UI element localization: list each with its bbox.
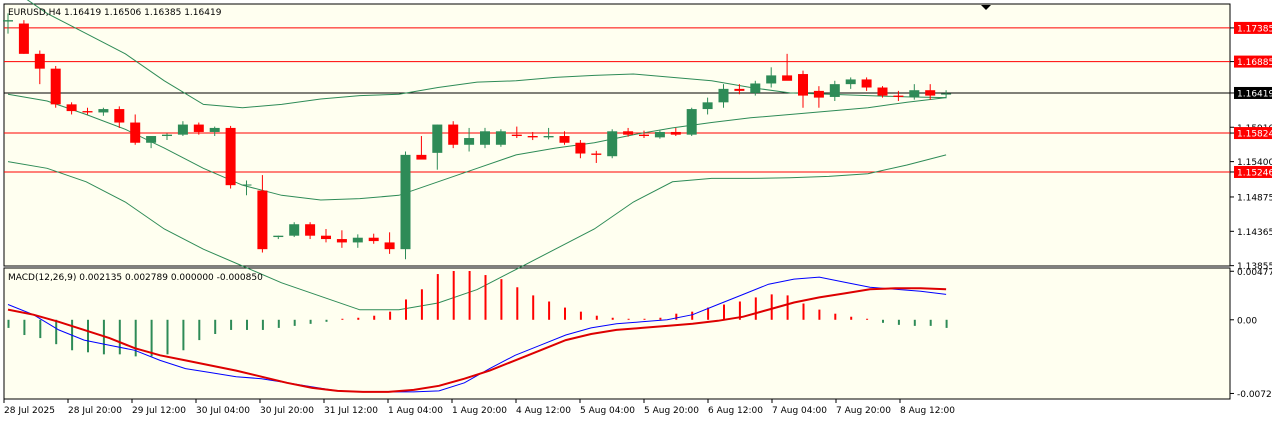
candle-body [82, 111, 93, 113]
candle-body [321, 235, 331, 240]
macd-axis-label: 0.004774 [1237, 268, 1272, 278]
candle-body [257, 190, 268, 250]
candle-body [3, 20, 13, 22]
candle-body [416, 154, 427, 160]
candle-body [829, 84, 840, 97]
candle [448, 121, 459, 149]
price-axis-label: 1.14875 [1237, 193, 1272, 203]
candle-body [66, 104, 77, 112]
symbol-header: EURUSD,H4 1.16419 1.16506 1.16385 1.1641… [8, 8, 222, 18]
candle-body [925, 90, 936, 96]
time-axis-label: 5 Aug 04:00 [580, 406, 635, 416]
candle-body [352, 237, 363, 243]
candle-body [861, 79, 872, 88]
macd-panel[interactable] [3, 267, 1231, 400]
candle-body [718, 88, 729, 103]
macd-axis-label: 0.00 [1237, 316, 1257, 326]
candle-body [448, 124, 459, 145]
price-axis-label: 1.16885 [1237, 58, 1272, 68]
candle-body [480, 131, 490, 145]
candle-body [18, 23, 29, 54]
candle-body [495, 131, 506, 145]
candle-body [559, 136, 570, 143]
time-axis-label: 28 Jul 20:00 [68, 406, 122, 416]
candle-body [384, 242, 395, 250]
chart-canvas[interactable]: 1.173851.168851.164191.159101.158241.154… [0, 0, 1272, 423]
candle [50, 65, 61, 108]
candle-body [798, 74, 808, 96]
candle-body [766, 75, 777, 84]
time-axis-label: 1 Aug 04:00 [388, 406, 443, 416]
candle-body [368, 237, 379, 242]
time-axis-label: 30 Jul 20:00 [260, 406, 314, 416]
candle [289, 222, 300, 238]
candle-body [639, 134, 649, 137]
candle-body [782, 75, 793, 81]
candle-body [877, 87, 888, 96]
time-axis-label: 6 Aug 12:00 [708, 406, 763, 416]
time-axis-label: 31 Jul 12:00 [324, 406, 378, 416]
candle-body [702, 102, 713, 110]
candle-body [193, 124, 204, 132]
candle-body [162, 134, 172, 137]
candle-body [400, 154, 411, 250]
candle-body [670, 131, 681, 135]
time-axis-label: 1 Aug 20:00 [452, 406, 507, 416]
candle-body [750, 83, 761, 93]
macd-axis-label: -0.00725 [1237, 390, 1272, 400]
candle-body [273, 235, 284, 238]
candle-body [289, 224, 300, 236]
price-axis-label: 1.17385 [1237, 24, 1272, 34]
candle-body [98, 109, 109, 113]
candle-body [146, 136, 157, 143]
candle-body [34, 53, 45, 69]
candle-body [336, 239, 347, 243]
candle-body [893, 95, 904, 97]
candle-body [527, 136, 538, 138]
candle-body [432, 124, 443, 153]
candle-body [623, 131, 634, 135]
price-axis-label: 1.15246 [1237, 168, 1272, 178]
price-axis-label: 1.15824 [1237, 130, 1272, 140]
time-axis-label: 7 Aug 20:00 [836, 406, 891, 416]
time-axis-label: 28 Jul 2025 [4, 406, 55, 416]
time-axis-label: 7 Aug 04:00 [772, 406, 827, 416]
candle-body [464, 138, 475, 145]
time-axis-label: 29 Jul 12:00 [132, 406, 186, 416]
candle [18, 20, 29, 54]
candle [225, 125, 236, 189]
candle-body [114, 109, 125, 123]
candle-body [845, 79, 856, 85]
candle-body [305, 224, 316, 236]
price-axis-label: 1.16419 [1237, 89, 1272, 99]
trading-chart-window[interactable]: 1.173851.168851.164191.159101.158241.154… [0, 0, 1272, 423]
time-axis-label: 30 Jul 04:00 [196, 406, 250, 416]
candle [686, 107, 697, 137]
candle-body [209, 127, 220, 132]
candle-body [575, 142, 586, 154]
candle [607, 129, 618, 159]
candle [495, 129, 506, 147]
candle-body [941, 93, 952, 95]
candle-body [225, 127, 236, 186]
candle-body [734, 88, 745, 91]
candle-body [813, 90, 824, 98]
candle-body [50, 68, 61, 105]
candle-body [130, 122, 141, 143]
candle-body [607, 131, 618, 157]
candle-body [591, 153, 602, 155]
candle-body [543, 136, 554, 138]
price-axis-label: 1.14365 [1237, 228, 1272, 238]
candle [400, 151, 411, 260]
candle-body [511, 134, 522, 137]
time-axis-label: 4 Aug 12:00 [516, 406, 571, 416]
candle-body [654, 131, 665, 138]
time-axis-label: 5 Aug 20:00 [644, 406, 699, 416]
time-axis-label: 8 Aug 12:00 [900, 406, 955, 416]
candle-body [177, 124, 188, 135]
candle-body [686, 109, 697, 135]
candle-body [241, 184, 252, 186]
macd-header: MACD(12,26,9) 0.002135 0.002789 0.000000… [8, 273, 263, 283]
candle-body [909, 90, 920, 97]
